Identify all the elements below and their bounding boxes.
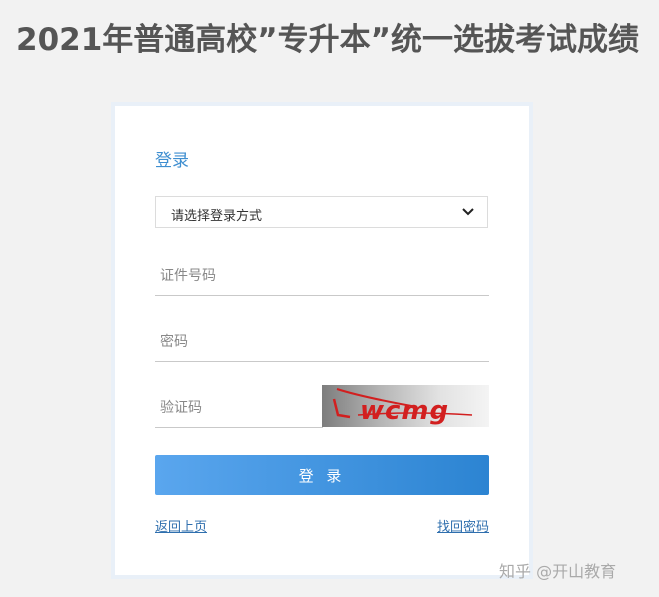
login-method-selected: 请选择登录方式: [171, 209, 263, 224]
login-card: 登录 请选择登录方式 wcmg 登 录 返回上页 找回密码: [115, 106, 529, 575]
chevron-down-icon: [462, 208, 474, 216]
login-heading: 登录: [155, 151, 189, 171]
login-method-select[interactable]: 请选择登录方式: [155, 196, 488, 228]
captcha-graphic: wcmg: [332, 388, 473, 426]
watermark: 知乎 @开山教育: [499, 562, 617, 581]
captcha-image[interactable]: wcmg: [322, 385, 489, 427]
captcha-text: wcmg: [360, 396, 449, 426]
id-number-input[interactable]: [155, 256, 489, 296]
page-title: 2021年普通高校”专升本”统一选拔考试成绩: [16, 22, 640, 58]
login-button[interactable]: 登 录: [155, 455, 489, 495]
recover-password-link[interactable]: 找回密码: [437, 516, 489, 535]
back-link[interactable]: 返回上页: [155, 516, 207, 535]
captcha-input[interactable]: [155, 388, 323, 428]
password-input[interactable]: [155, 322, 489, 362]
